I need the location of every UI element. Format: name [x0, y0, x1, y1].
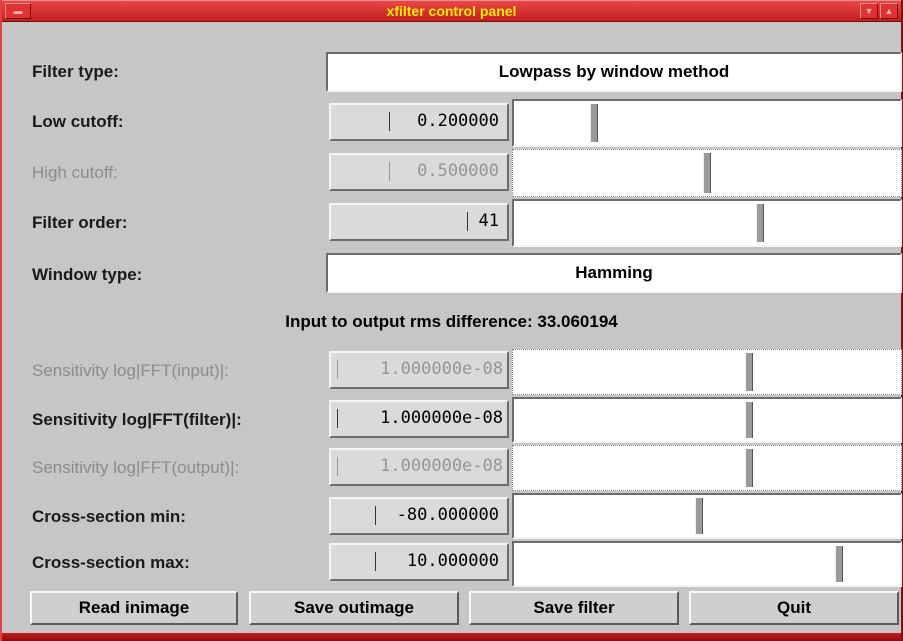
cross-section-max-slider[interactable]	[512, 541, 902, 587]
sensitivity-input-slider[interactable]	[512, 349, 902, 395]
high-cutoff-input[interactable]: 0.500000	[329, 153, 509, 191]
cross-section-min-input[interactable]: -80.000000	[329, 497, 509, 535]
text-cursor	[389, 162, 390, 181]
slider-thumb[interactable]	[745, 353, 753, 391]
filter-order-slider[interactable]	[512, 199, 902, 247]
cross-section-min-slider[interactable]	[512, 493, 902, 539]
slider-thumb[interactable]	[745, 449, 753, 487]
high-cutoff-value: 0.500000	[417, 161, 499, 181]
save-filter-button[interactable]: Save filter	[469, 591, 679, 625]
low-cutoff-value: 0.200000	[417, 111, 499, 131]
cross-section-max-value: 10.000000	[406, 551, 499, 571]
maximize-button[interactable]: ▲	[880, 3, 898, 19]
window-type-selector[interactable]: Hamming	[326, 253, 902, 293]
text-cursor	[375, 506, 376, 525]
high-cutoff-label: High cutoff:	[32, 163, 118, 182]
save-outimage-button[interactable]: Save outimage	[249, 591, 459, 625]
sensitivity-output-slider[interactable]	[512, 445, 902, 491]
slider-thumb[interactable]	[835, 546, 843, 582]
slider-thumb[interactable]	[703, 153, 711, 193]
window-frame-bottom	[2, 633, 901, 641]
text-cursor	[375, 552, 376, 571]
sensitivity-filter-value: 1.000000e-08	[380, 408, 503, 428]
cross-section-min-value: -80.000000	[396, 505, 499, 525]
filter-order-input[interactable]: 41	[329, 203, 509, 241]
slider-thumb[interactable]	[756, 204, 764, 242]
text-cursor	[337, 360, 338, 379]
slider-thumb[interactable]	[695, 498, 703, 534]
cross-section-max-input[interactable]: 10.000000	[329, 543, 509, 581]
filter-type-label: Filter type:	[32, 62, 119, 81]
cross-section-min-label: Cross-section min:	[32, 507, 186, 526]
low-cutoff-input[interactable]: 0.200000	[329, 103, 509, 141]
title-bar[interactable]: ▬ xfilter control panel ▼ ▲	[2, 0, 901, 22]
low-cutoff-label: Low cutoff:	[32, 112, 124, 131]
text-cursor	[467, 212, 468, 231]
window-type-label: Window type:	[32, 265, 143, 284]
minimize-icon: ▼	[864, 6, 874, 16]
sensitivity-output-value: 1.000000e-08	[380, 456, 503, 476]
sensitivity-filter-label: Sensitivity log|FFT(filter)|:	[32, 410, 242, 429]
high-cutoff-slider[interactable]	[512, 149, 902, 197]
cross-section-max-label: Cross-section max:	[32, 553, 190, 572]
sensitivity-input-label: Sensitivity log|FFT(input)|:	[32, 361, 229, 380]
filter-order-value: 41	[478, 211, 499, 231]
low-cutoff-slider[interactable]	[512, 99, 902, 147]
quit-button[interactable]: Quit	[689, 591, 899, 625]
sensitivity-input-value: 1.000000e-08	[380, 359, 503, 379]
minimize-button[interactable]: ▼	[860, 3, 878, 19]
text-cursor	[389, 112, 390, 131]
filter-order-label: Filter order:	[32, 213, 128, 232]
text-cursor	[337, 457, 338, 476]
filter-type-selector[interactable]: Lowpass by window method	[326, 52, 902, 92]
sensitivity-input-field[interactable]: 1.000000e-08	[329, 351, 509, 389]
app-window: ▬ xfilter control panel ▼ ▲ Filter type:…	[0, 0, 903, 641]
slider-thumb[interactable]	[590, 104, 598, 142]
sensitivity-filter-field[interactable]: 1.000000e-08	[329, 400, 509, 438]
text-cursor	[337, 409, 338, 428]
sensitivity-output-label: Sensitivity log|FFT(output)|:	[32, 458, 240, 477]
window-title: xfilter control panel	[386, 3, 517, 19]
slider-thumb[interactable]	[745, 402, 753, 438]
rms-difference-text: Input to output rms difference: 33.06019…	[285, 312, 618, 331]
sensitivity-filter-slider[interactable]	[512, 397, 902, 443]
read-inimage-button[interactable]: Read inimage	[30, 591, 238, 625]
maximize-icon: ▲	[884, 6, 894, 16]
sensitivity-output-field[interactable]: 1.000000e-08	[329, 448, 509, 486]
